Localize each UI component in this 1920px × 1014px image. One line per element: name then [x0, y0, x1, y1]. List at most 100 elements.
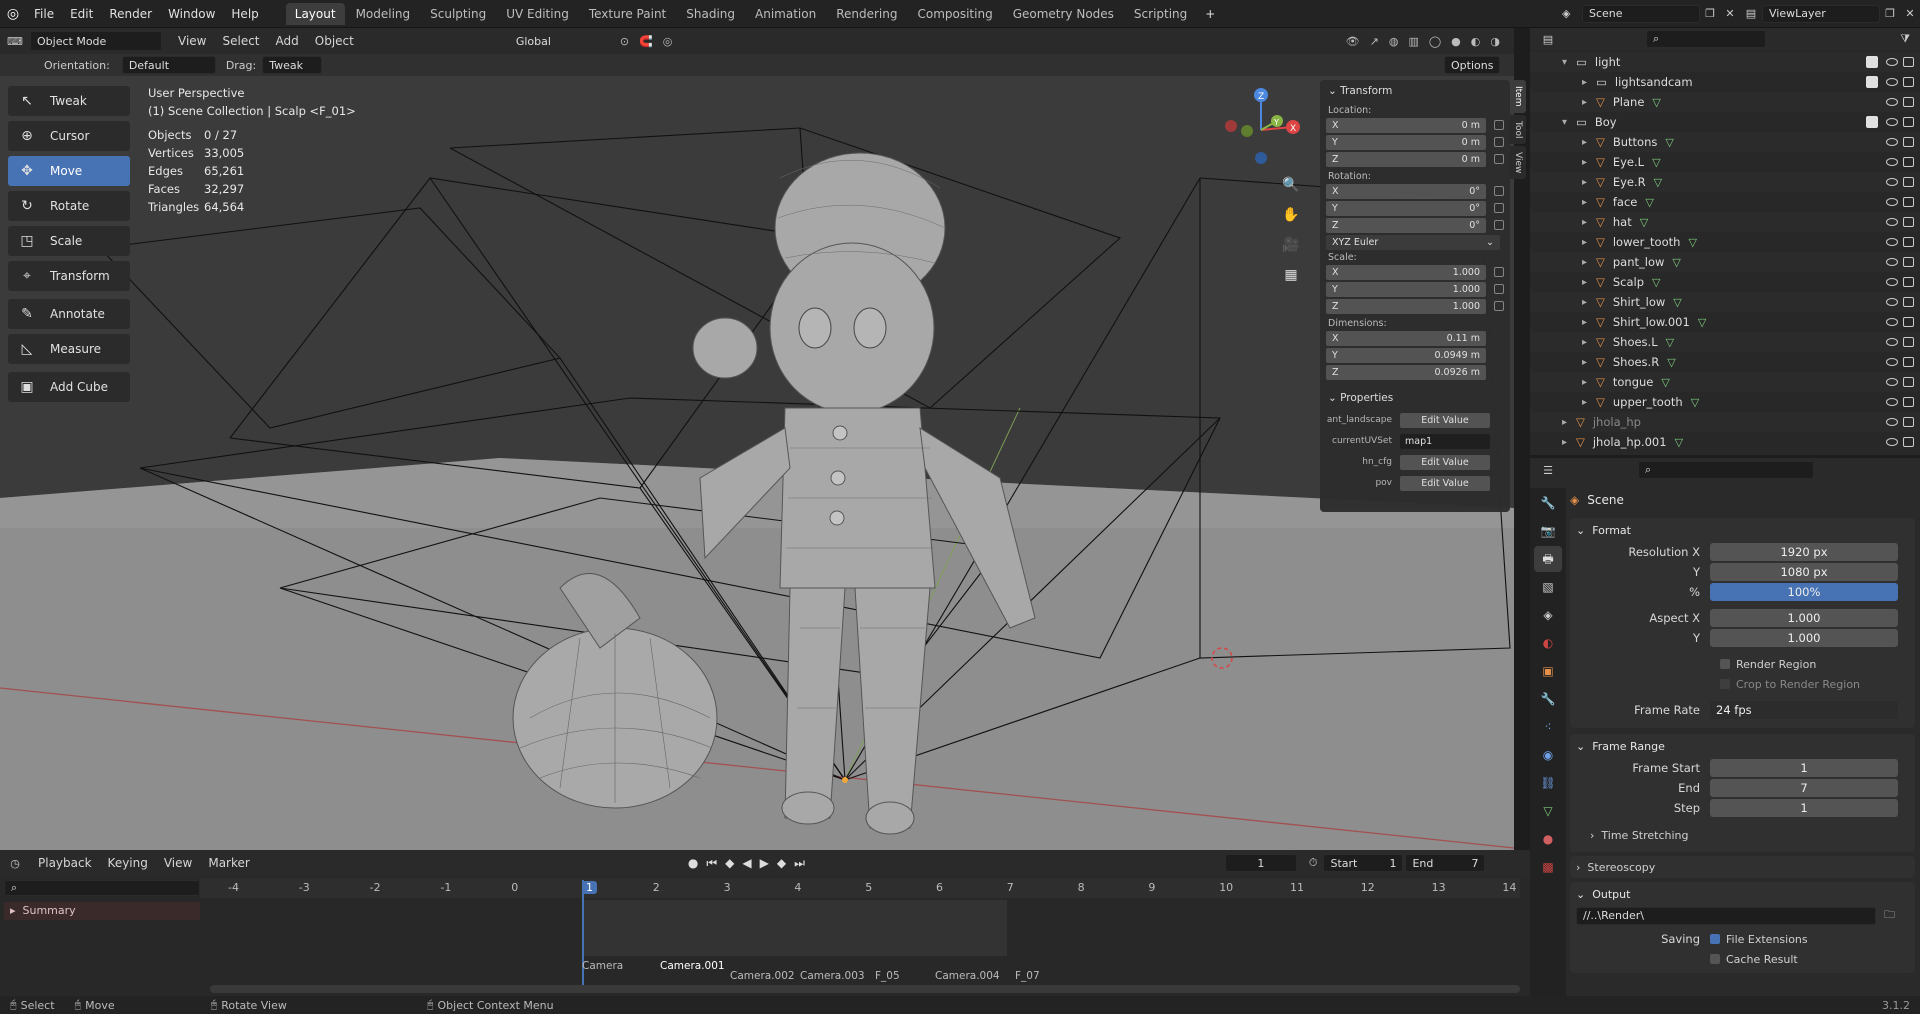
constraints-tab-icon[interactable]: ⛓	[1534, 770, 1562, 796]
location-x-field[interactable]: X 0 m	[1326, 117, 1486, 133]
tab-texture-paint[interactable]: Texture Paint	[580, 3, 675, 25]
render-camera-icon[interactable]	[1903, 357, 1914, 367]
render-camera-icon[interactable]	[1903, 57, 1914, 67]
mesh-data-icon[interactable]: ▽	[1698, 316, 1706, 329]
object-tab-icon[interactable]: ▣	[1534, 658, 1562, 684]
collapse-arrow-icon[interactable]: ▸	[1582, 357, 1596, 368]
mesh-data-icon[interactable]: ▽	[1691, 396, 1699, 409]
collapse-arrow-icon[interactable]: ▸	[1562, 417, 1576, 428]
lock-icon[interactable]	[1494, 301, 1504, 311]
stereoscopy-panel[interactable]: › Stereoscopy	[1570, 856, 1915, 878]
visibility-eye-icon[interactable]	[1886, 438, 1898, 446]
visibility-eye-icon[interactable]	[1886, 118, 1898, 126]
outliner-item-lightsandcam[interactable]: ▸ ▭ lightsandcam	[1530, 72, 1920, 92]
tool-transform-button[interactable]: ⌖ Transform	[8, 261, 130, 291]
rotation-z-field[interactable]: Z 0°	[1326, 217, 1486, 233]
lock-icon[interactable]	[1494, 267, 1504, 277]
visibility-eye-icon[interactable]	[1886, 398, 1898, 406]
timeline-search-input[interactable]: ⌕	[4, 880, 200, 896]
mesh-data-icon[interactable]: ▽	[1666, 336, 1674, 349]
tool-cursor-button[interactable]: ⊕ Cursor	[8, 121, 130, 151]
collapse-arrow-icon[interactable]: ▸	[1582, 337, 1596, 348]
visibility-eye-icon[interactable]	[1886, 418, 1898, 426]
timeline-scrollbar[interactable]	[210, 985, 1520, 993]
render-camera-icon[interactable]	[1903, 377, 1914, 387]
render-camera-icon[interactable]	[1903, 317, 1914, 327]
tab-rendering[interactable]: Rendering	[827, 3, 906, 25]
outliner-item-lower-tooth[interactable]: ▸ ▽ lower_tooth ▽	[1530, 232, 1920, 252]
viewport-menu-select[interactable]: Select	[214, 34, 267, 48]
mesh-data-icon[interactable]: ▽	[1652, 276, 1660, 289]
options-button[interactable]: Options	[1444, 56, 1500, 74]
grid-view-icon[interactable]: ▦	[1280, 260, 1302, 290]
tool-tweak-button[interactable]: ↖ Tweak	[8, 86, 130, 116]
collapse-arrow-icon[interactable]: ▸	[1582, 157, 1596, 168]
include-checkbox[interactable]	[1866, 56, 1878, 68]
tool-annotate-button[interactable]: ✎ Annotate	[8, 299, 130, 329]
copy-view-layer-icon[interactable]: ❐	[1880, 7, 1900, 20]
rotation-x-field[interactable]: X 0°	[1326, 183, 1486, 199]
render-camera-icon[interactable]	[1903, 177, 1914, 187]
dimensions-x-field[interactable]: X 0.11 m	[1326, 330, 1486, 346]
outliner-item-shirt-low-001[interactable]: ▸ ▽ Shirt_low.001 ▽	[1530, 312, 1920, 332]
visibility-eye-icon[interactable]	[1886, 58, 1898, 66]
lock-icon[interactable]	[1494, 284, 1504, 294]
outliner-item-eye-r[interactable]: ▸ ▽ Eye.R ▽	[1530, 172, 1920, 192]
mesh-data-icon[interactable]: ▽	[1654, 176, 1662, 189]
timeline-marker[interactable]: Camera.004	[935, 970, 1000, 982]
dimensions-z-field[interactable]: Z 0.0926 m	[1326, 364, 1486, 380]
jump-end-icon[interactable]: ⏭	[794, 856, 805, 871]
tab-shading[interactable]: Shading	[677, 3, 744, 25]
render-camera-icon[interactable]	[1903, 257, 1914, 267]
render-camera-icon[interactable]	[1903, 137, 1914, 147]
view-layer-icon[interactable]: ▤	[1740, 7, 1762, 20]
orientation-dropdown[interactable]: Default	[121, 56, 216, 74]
lock-icon[interactable]	[1494, 220, 1504, 230]
crop-region-checkbox[interactable]	[1720, 679, 1730, 689]
timeline-marker[interactable]: F_05	[875, 970, 900, 982]
current-frame-field[interactable]: 1	[1224, 854, 1297, 872]
gizmo-toggle-icon[interactable]: ↗	[1370, 35, 1379, 48]
collapse-arrow-icon[interactable]: ▸	[1582, 277, 1596, 288]
outliner-item-scalp[interactable]: ▸ ▽ Scalp ▽	[1530, 272, 1920, 292]
data-tab-icon[interactable]: ▽	[1534, 798, 1562, 824]
outliner-item-upper-tooth[interactable]: ▸ ▽ upper_tooth ▽	[1530, 392, 1920, 412]
mesh-data-icon[interactable]: ▽	[1673, 296, 1681, 309]
visibility-eye-icon[interactable]	[1886, 278, 1898, 286]
collapse-arrow-icon[interactable]: ▸	[1582, 257, 1596, 268]
blender-logo-icon[interactable]: ◎	[0, 6, 26, 22]
visibility-eye-icon[interactable]	[1886, 338, 1898, 346]
npanel-tab-tool[interactable]: Tool	[1510, 114, 1526, 144]
menu-file[interactable]: File	[26, 0, 62, 28]
timeline-menu-marker[interactable]: Marker	[200, 856, 257, 870]
outliner-item-jhola-hp-001[interactable]: ▸ ▽ jhola_hp.001 ▽	[1530, 432, 1920, 452]
menu-window[interactable]: Window	[160, 0, 223, 28]
visibility-eye-icon[interactable]	[1886, 138, 1898, 146]
render-camera-icon[interactable]	[1903, 217, 1914, 227]
scene-icon[interactable]: ◈	[1562, 7, 1582, 20]
frame-range-panel-header[interactable]: ⌄ Frame Range	[1570, 734, 1915, 758]
menu-help[interactable]: Help	[223, 0, 266, 28]
tab-layout[interactable]: Layout	[285, 2, 345, 25]
scale-z-field[interactable]: Z 1.000	[1326, 298, 1486, 314]
frame-step-field[interactable]: 1	[1710, 799, 1898, 817]
outliner-item-buttons[interactable]: ▸ ▽ Buttons ▽	[1530, 132, 1920, 152]
collapse-arrow-icon[interactable]: ▸	[1582, 297, 1596, 308]
dimensions-y-field[interactable]: Y 0.0949 m	[1326, 347, 1486, 363]
mesh-data-icon[interactable]: ▽	[1672, 256, 1680, 269]
frame-rate-dropdown[interactable]: 24 fps	[1710, 701, 1898, 719]
start-frame-field[interactable]: Start 1	[1323, 854, 1404, 872]
visibility-eye-icon[interactable]	[1886, 318, 1898, 326]
play-reverse-icon[interactable]: ◀	[742, 856, 751, 871]
lock-icon[interactable]	[1494, 154, 1504, 164]
copy-scene-icon[interactable]: ❐	[1700, 7, 1720, 20]
visibility-eye-icon[interactable]	[1886, 258, 1898, 266]
world-tab-icon[interactable]: ◐	[1534, 630, 1562, 656]
visibility-eye-icon[interactable]	[1886, 378, 1898, 386]
pivot-icon[interactable]: ⊙	[620, 35, 629, 48]
jump-start-icon[interactable]: ⏮	[706, 856, 717, 871]
output-panel-header[interactable]: ⌄ Output	[1570, 882, 1915, 906]
custom-prop-value[interactable]: Edit Value	[1400, 412, 1490, 428]
timeline-menu-keying[interactable]: Keying	[100, 856, 156, 870]
outliner-item-shirt-low[interactable]: ▸ ▽ Shirt_low ▽	[1530, 292, 1920, 312]
